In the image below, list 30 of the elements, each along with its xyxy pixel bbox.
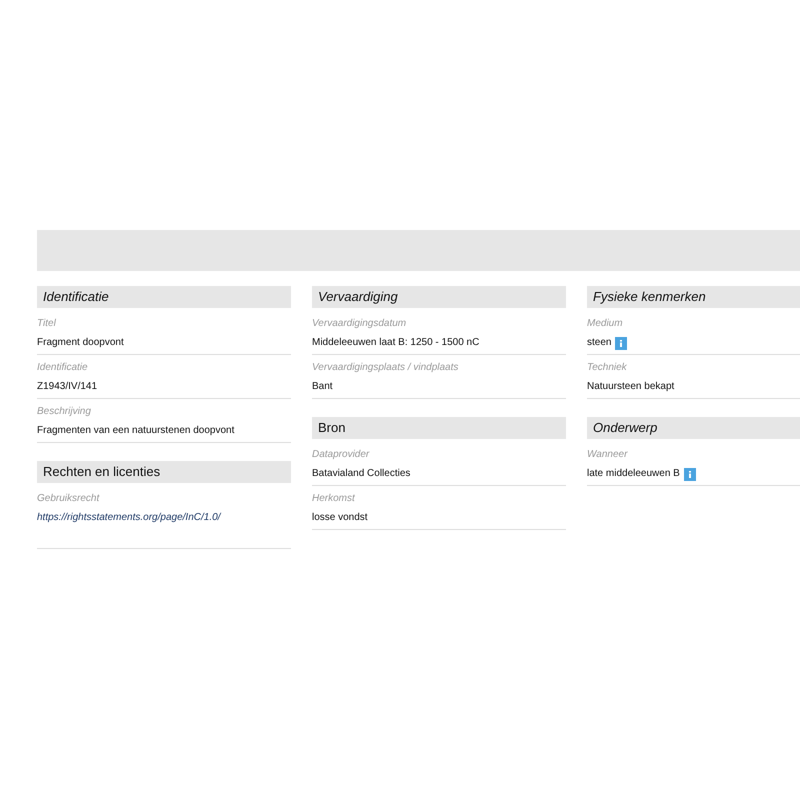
field-value: late middeleeuwen B (587, 467, 680, 481)
field-value: Fragmenten van een natuurstenen doopvont (37, 424, 234, 438)
section-header: Bron (312, 417, 566, 439)
field-label: Techniek (587, 361, 628, 375)
field-value: Batavialand Collecties (312, 467, 410, 481)
link[interactable]: https://rightsstatements.org/page/InC/1.0/ (37, 511, 220, 525)
field-label: Identificatie (37, 361, 89, 375)
section-header: Onderwerp (587, 417, 800, 439)
field-value: Natuursteen bekapt (587, 380, 674, 394)
field-value: Fragment doopvont (37, 336, 124, 350)
field-label: Wanneer (587, 448, 629, 462)
field-label: Gebruiksrecht (37, 492, 100, 506)
section-header: Vervaardiging (312, 286, 566, 308)
field-value: Middeleeuwen laat B: 1250 - 1500 nC (312, 336, 480, 350)
field-label: Beschrijving (37, 405, 92, 419)
field-value: losse vondst (312, 511, 368, 525)
field-label: Medium (587, 317, 624, 331)
section-header: Identificatie (37, 286, 291, 308)
field-label: Herkomst (312, 492, 356, 506)
field-value: Z1943/IV/141 (37, 380, 98, 394)
field-value: Bant (312, 380, 333, 394)
field-value: steen (587, 336, 612, 350)
info-icon[interactable] (684, 468, 696, 480)
field-label: Titel (37, 317, 57, 331)
field-label: Dataprovider (312, 448, 370, 462)
field-label: Vervaardigingsdatum (312, 317, 408, 331)
section-header: Fysieke kenmerken (587, 286, 800, 308)
section-header: Rechten en licenties (37, 461, 291, 483)
field-label: Vervaardigingsplaats / vindplaats (312, 361, 460, 375)
info-icon[interactable] (615, 336, 628, 350)
